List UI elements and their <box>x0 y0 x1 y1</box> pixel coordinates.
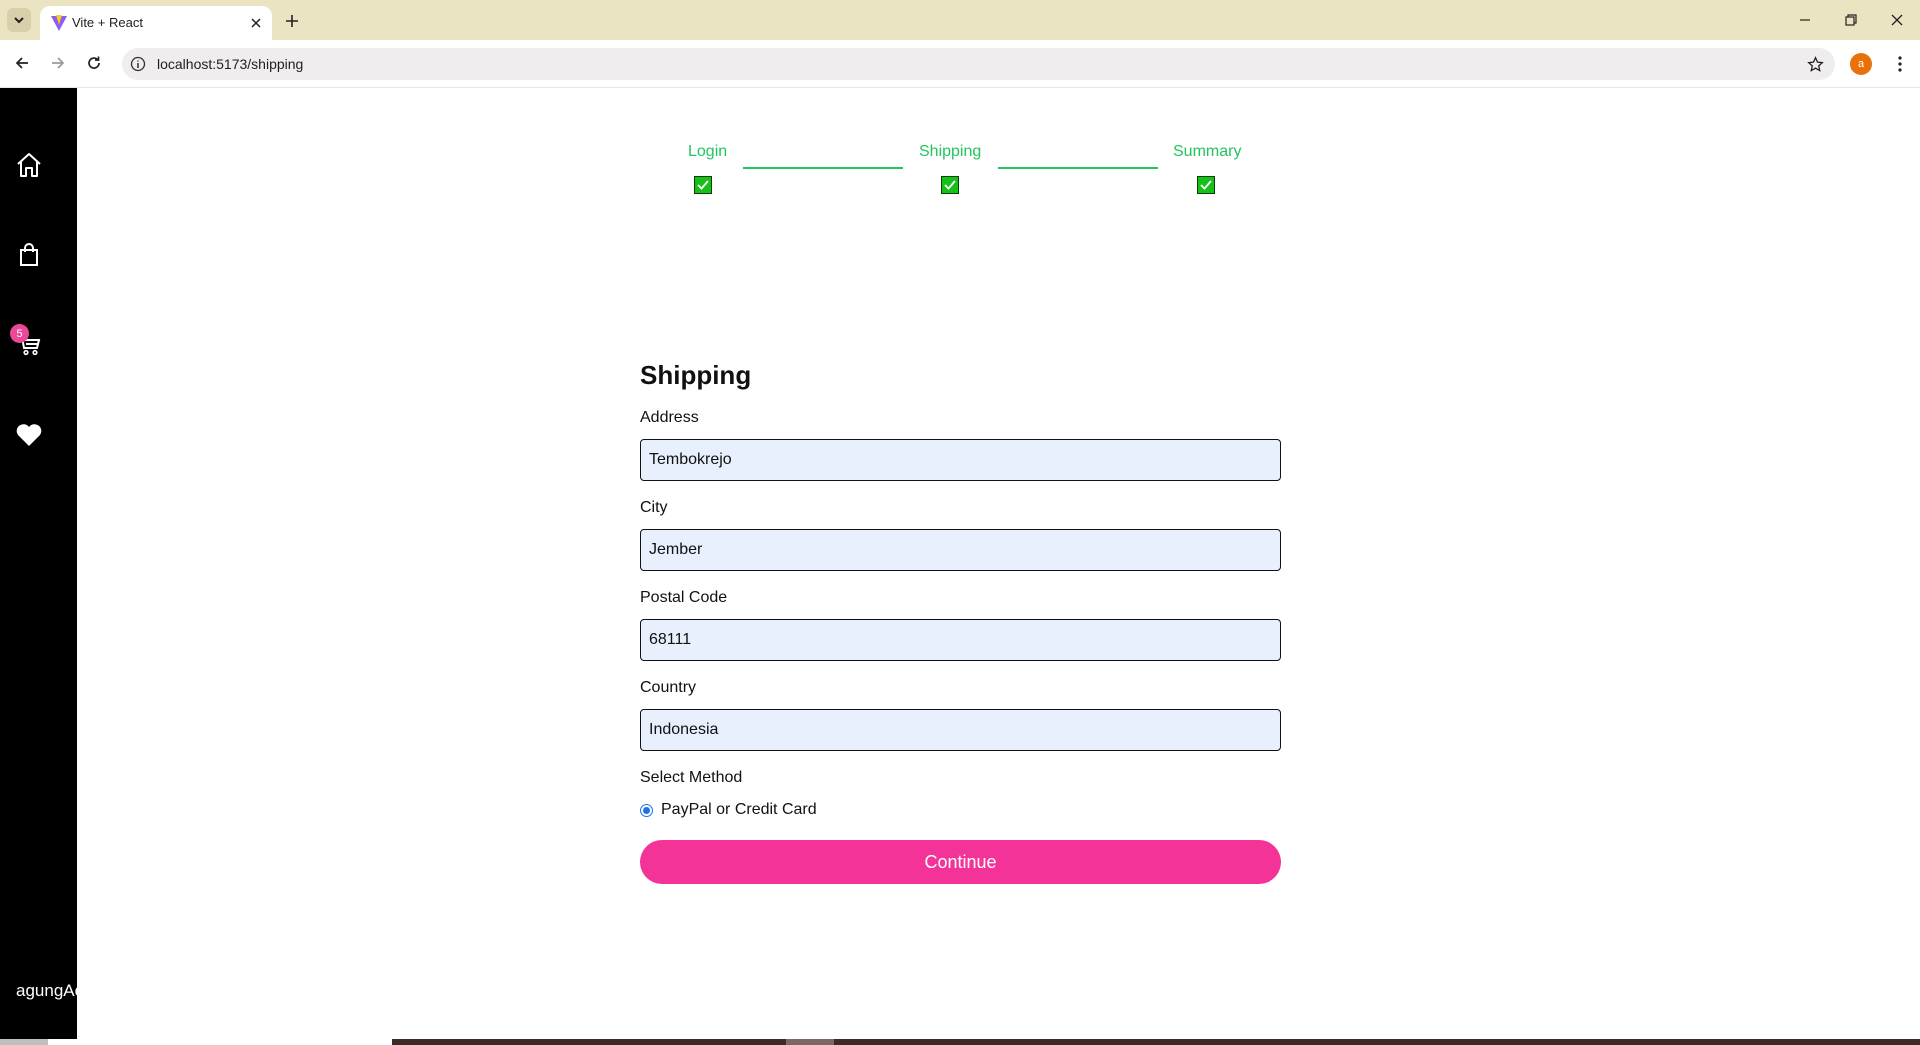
close-tab-icon[interactable] <box>246 13 266 33</box>
step-summary-check-icon <box>1197 176 1215 194</box>
taskbar-segment <box>786 1039 834 1045</box>
sidebar-username[interactable]: agungAc <box>16 981 77 1001</box>
vite-logo-icon <box>51 15 67 31</box>
select-method-label: Select Method <box>640 769 743 786</box>
step-shipping-check-icon <box>941 176 959 194</box>
arrow-left-icon <box>15 57 28 69</box>
sidebar-item-shop[interactable] <box>14 240 44 270</box>
cart-count-badge: 5 <box>10 324 29 343</box>
url-text[interactable]: localhost:5173/shipping <box>157 56 303 72</box>
country-input[interactable] <box>640 709 1281 751</box>
back-button[interactable] <box>9 50 35 76</box>
forward-button[interactable] <box>45 50 71 76</box>
step-shipping-label: Shipping <box>919 143 982 160</box>
browser-menu-icon[interactable] <box>1888 52 1912 76</box>
sidebar-item-favorites[interactable] <box>14 420 44 450</box>
shopping-bag-icon <box>20 243 38 266</box>
browser-tab[interactable]: Vite + React <box>40 6 272 40</box>
taskbar-segment <box>0 1039 48 1045</box>
reload-button[interactable] <box>81 50 107 76</box>
city-input[interactable] <box>640 529 1281 571</box>
close-window-button[interactable] <box>1882 8 1912 32</box>
restore-button[interactable] <box>1836 8 1866 32</box>
paypal-radio-label[interactable]: PayPal or Credit Card <box>661 801 817 819</box>
paypal-radio[interactable] <box>640 804 653 817</box>
browser-tab-bar: Vite + React <box>0 0 1920 40</box>
taskbar-segment <box>48 1039 392 1045</box>
address-bar[interactable]: localhost:5173/shipping <box>122 48 1835 80</box>
chevron-down-icon <box>14 17 24 24</box>
close-icon <box>1891 14 1903 26</box>
minimize-button[interactable] <box>1790 8 1820 32</box>
postal-code-label: Postal Code <box>640 589 728 606</box>
step-connector-1 <box>743 167 903 169</box>
arrow-right-icon <box>52 57 65 69</box>
plus-icon <box>286 15 298 27</box>
profile-avatar[interactable]: a <box>1850 53 1872 75</box>
minimize-icon <box>1800 19 1810 21</box>
sidebar-item-home[interactable] <box>14 150 44 180</box>
continue-button[interactable]: Continue <box>640 840 1281 884</box>
taskbar-strip <box>0 1039 1920 1045</box>
site-info-icon[interactable] <box>130 56 146 72</box>
step-connector-2 <box>998 167 1158 169</box>
address-input[interactable] <box>640 439 1281 481</box>
step-summary-label: Summary <box>1173 143 1242 160</box>
postal-code-input[interactable] <box>640 619 1281 661</box>
reload-icon <box>88 56 100 69</box>
address-label: Address <box>640 409 699 426</box>
step-login-label: Login <box>688 143 728 160</box>
form-title: Shipping <box>640 360 752 390</box>
home-icon <box>17 153 41 177</box>
tab-title: Vite + React <box>72 15 143 30</box>
new-tab-button[interactable] <box>280 9 304 33</box>
app-sidebar: 5 agungAc <box>0 88 77 1039</box>
city-label: City <box>640 499 668 516</box>
browser-toolbar: localhost:5173/shipping a <box>0 40 1920 88</box>
restore-icon <box>1845 14 1857 26</box>
tab-search-dropdown[interactable] <box>7 8 31 32</box>
step-login-check-icon <box>694 176 712 194</box>
bookmark-star-icon[interactable] <box>1805 54 1825 74</box>
country-label: Country <box>640 679 697 696</box>
radio-selected-dot <box>643 807 650 814</box>
heart-icon <box>16 424 42 446</box>
